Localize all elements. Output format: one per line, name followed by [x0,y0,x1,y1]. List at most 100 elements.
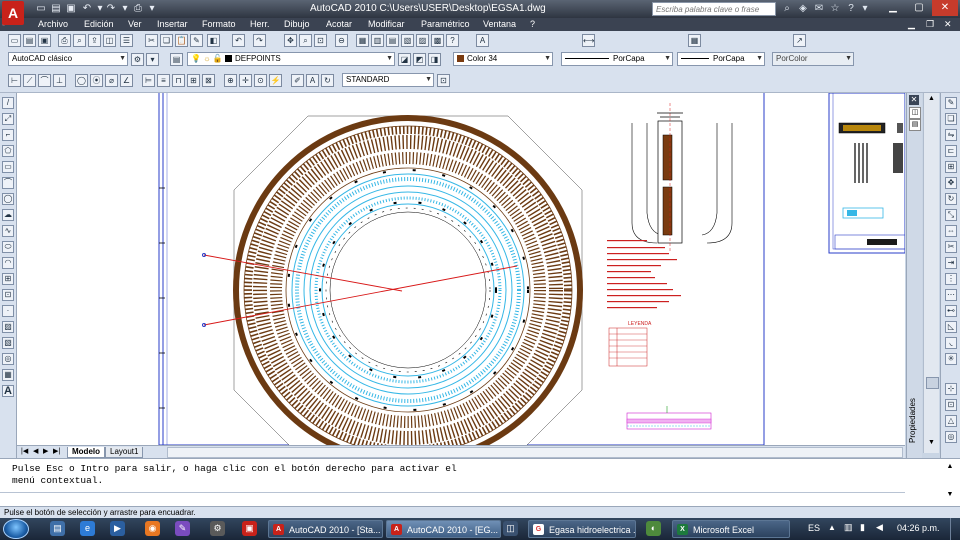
ellipse-arc-icon[interactable]: ◠ [2,257,14,269]
rectangle-icon[interactable]: ▭ [2,161,14,173]
properties-icon[interactable]: ▦ [356,34,369,47]
battery-icon[interactable]: ▮ [860,522,865,533]
radius-icon[interactable]: ◯ [75,74,88,87]
preview-icon[interactable]: ⌕ [73,34,86,47]
tool-palettes-icon[interactable]: ▤ [386,34,399,47]
start-button-icon[interactable] [3,519,29,539]
hatch-icon[interactable]: ▨ [2,321,14,333]
cut-icon[interactable]: ✂ [145,34,158,47]
revcloud-icon[interactable]: ☁ [2,209,14,221]
circle-icon[interactable]: ◯ [2,193,14,205]
qnew-icon[interactable]: ▭ [8,34,21,47]
media-player-icon[interactable]: ◐ [646,521,661,536]
workspace-save-icon[interactable]: ▾ [146,53,159,66]
gradient-icon[interactable]: ▧ [2,337,14,349]
menu-edicion[interactable]: Edición [84,18,114,31]
array-icon[interactable]: ⊞ [945,161,957,173]
menu-parametrico[interactable]: Paramétrico [421,18,470,31]
menu-formato[interactable]: Formato [202,18,236,31]
workspace-settings-icon[interactable]: ⚙ [131,53,144,66]
matchprop-icon[interactable]: ✎ [190,34,203,47]
redo-icon[interactable]: ↷ [104,2,118,15]
menu-dibujo[interactable]: Dibujo [284,18,310,31]
layer-previous-icon[interactable]: ◩ [413,53,426,66]
sheetset-icon[interactable]: ☰ [120,34,133,47]
construction-line-icon[interactable]: ⤢ [2,113,14,125]
publish-icon[interactable]: ⇪ [88,34,101,47]
spline-icon[interactable]: ∿ [2,225,14,237]
palette-autohide-icon[interactable]: ◫ [909,107,921,119]
tab-next-icon[interactable]: ▶ [43,447,48,455]
fillet-icon[interactable]: ◟ [945,337,957,349]
volume-icon[interactable]: ◀ [876,522,883,533]
explorer-icon[interactable]: ▤ [50,521,65,536]
dim-break-icon[interactable]: ⊠ [202,74,215,87]
copy-object-icon[interactable]: ❏ [945,113,957,125]
copy-icon[interactable]: ❏ [160,34,173,47]
ie-icon[interactable]: e [80,521,95,536]
settings-app-icon[interactable]: ⚙ [210,521,225,536]
plot-toolbar-icon[interactable]: ⎙ [58,34,71,47]
quickcalc-icon[interactable]: ▩ [431,34,444,47]
arc-length-icon[interactable]: ⌒ [38,74,51,87]
properties-label[interactable]: Propiedades [908,383,921,443]
scroll-down-icon[interactable]: ▼ [926,439,937,449]
presentation-icon[interactable]: ▣ [242,521,257,536]
tolerance-icon[interactable]: ⊕ [224,74,237,87]
new-file-icon[interactable]: ▭ [34,2,48,15]
dim-space-icon[interactable]: ⊞ [187,74,200,87]
quick-dim-icon[interactable]: ⊨ [142,74,155,87]
maximize-icon[interactable]: ▢ [906,0,932,16]
dim-update-icon[interactable]: ↻ [321,74,334,87]
menu-herr[interactable]: Herr. [250,18,270,31]
break-point-icon[interactable]: ⋮ [945,273,957,285]
snap-endpoint-icon[interactable]: ⊡ [945,399,957,411]
jogged-icon[interactable]: ⦿ [90,74,103,87]
polyline-icon[interactable]: ⌐ [2,129,14,141]
offset-icon[interactable]: ⊏ [945,145,957,157]
tab-model[interactable]: Modelo [67,447,105,458]
rotate-icon[interactable]: ↻ [945,193,957,205]
arc-icon[interactable]: ⌒ [2,177,14,189]
horizontal-scrollbar[interactable] [167,447,903,458]
scroll-thumb[interactable] [926,377,939,389]
help-dropdown-icon[interactable]: ▾ [858,2,872,15]
redo-dropdown-icon[interactable]: ▾ [118,2,132,15]
task-autocad-1[interactable]: A AutoCAD 2010 - [Sta... [268,520,383,538]
search-icon[interactable]: ⌕ [780,2,794,15]
doc-minimize-icon[interactable]: ▁ [908,18,915,31]
inspect-icon[interactable]: ⊙ [254,74,267,87]
ordinate-icon[interactable]: ⊥ [53,74,66,87]
text-style-icon[interactable]: A [476,34,489,47]
autocad-logo-icon[interactable]: A [2,1,24,25]
multiline-text-icon[interactable]: A [2,385,14,397]
make-current-layer-icon[interactable]: ◪ [398,53,411,66]
table-icon[interactable]: ▦ [2,369,14,381]
osnap-icon[interactable]: ⊹ [945,383,957,395]
table-style-icon[interactable]: ▦ [688,34,701,47]
drawing-canvas[interactable]: LEYENDA [17,93,905,445]
paste-icon[interactable]: 📋 [175,34,188,47]
chamfer-icon[interactable]: ◺ [945,321,957,333]
tray-expand-icon[interactable]: ▲ [828,523,836,532]
open-icon[interactable]: ▤ [23,34,36,47]
undo-toolbar-icon[interactable]: ↶ [232,34,245,47]
show-desktop-button[interactable] [950,518,960,540]
point-icon[interactable]: · [2,305,14,317]
app-icon[interactable]: ✎ [175,521,190,536]
center-mark-icon[interactable]: ✛ [239,74,252,87]
zoom-window-icon[interactable]: ⊡ [314,34,327,47]
tab-prev-icon[interactable]: ◀ [33,447,38,455]
design-center-icon[interactable]: ▥ [371,34,384,47]
menu-insertar[interactable]: Insertar [157,18,188,31]
jogged-linear-icon[interactable]: ⚡ [269,74,282,87]
menu-archivo[interactable]: Archivo [38,18,68,31]
command-input[interactable] [0,492,905,507]
extend-icon[interactable]: ⇥ [945,257,957,269]
zoom-previous-icon[interactable]: ⊖ [335,34,348,47]
snap-center-icon[interactable]: ◎ [945,431,957,443]
zoom-realtime-icon[interactable]: ⌕ [299,34,312,47]
3d-dwf-icon[interactable]: ◫ [103,34,116,47]
trim-icon[interactable]: ✂ [945,241,957,253]
task-excel[interactable]: X Microsoft Excel [672,520,790,538]
